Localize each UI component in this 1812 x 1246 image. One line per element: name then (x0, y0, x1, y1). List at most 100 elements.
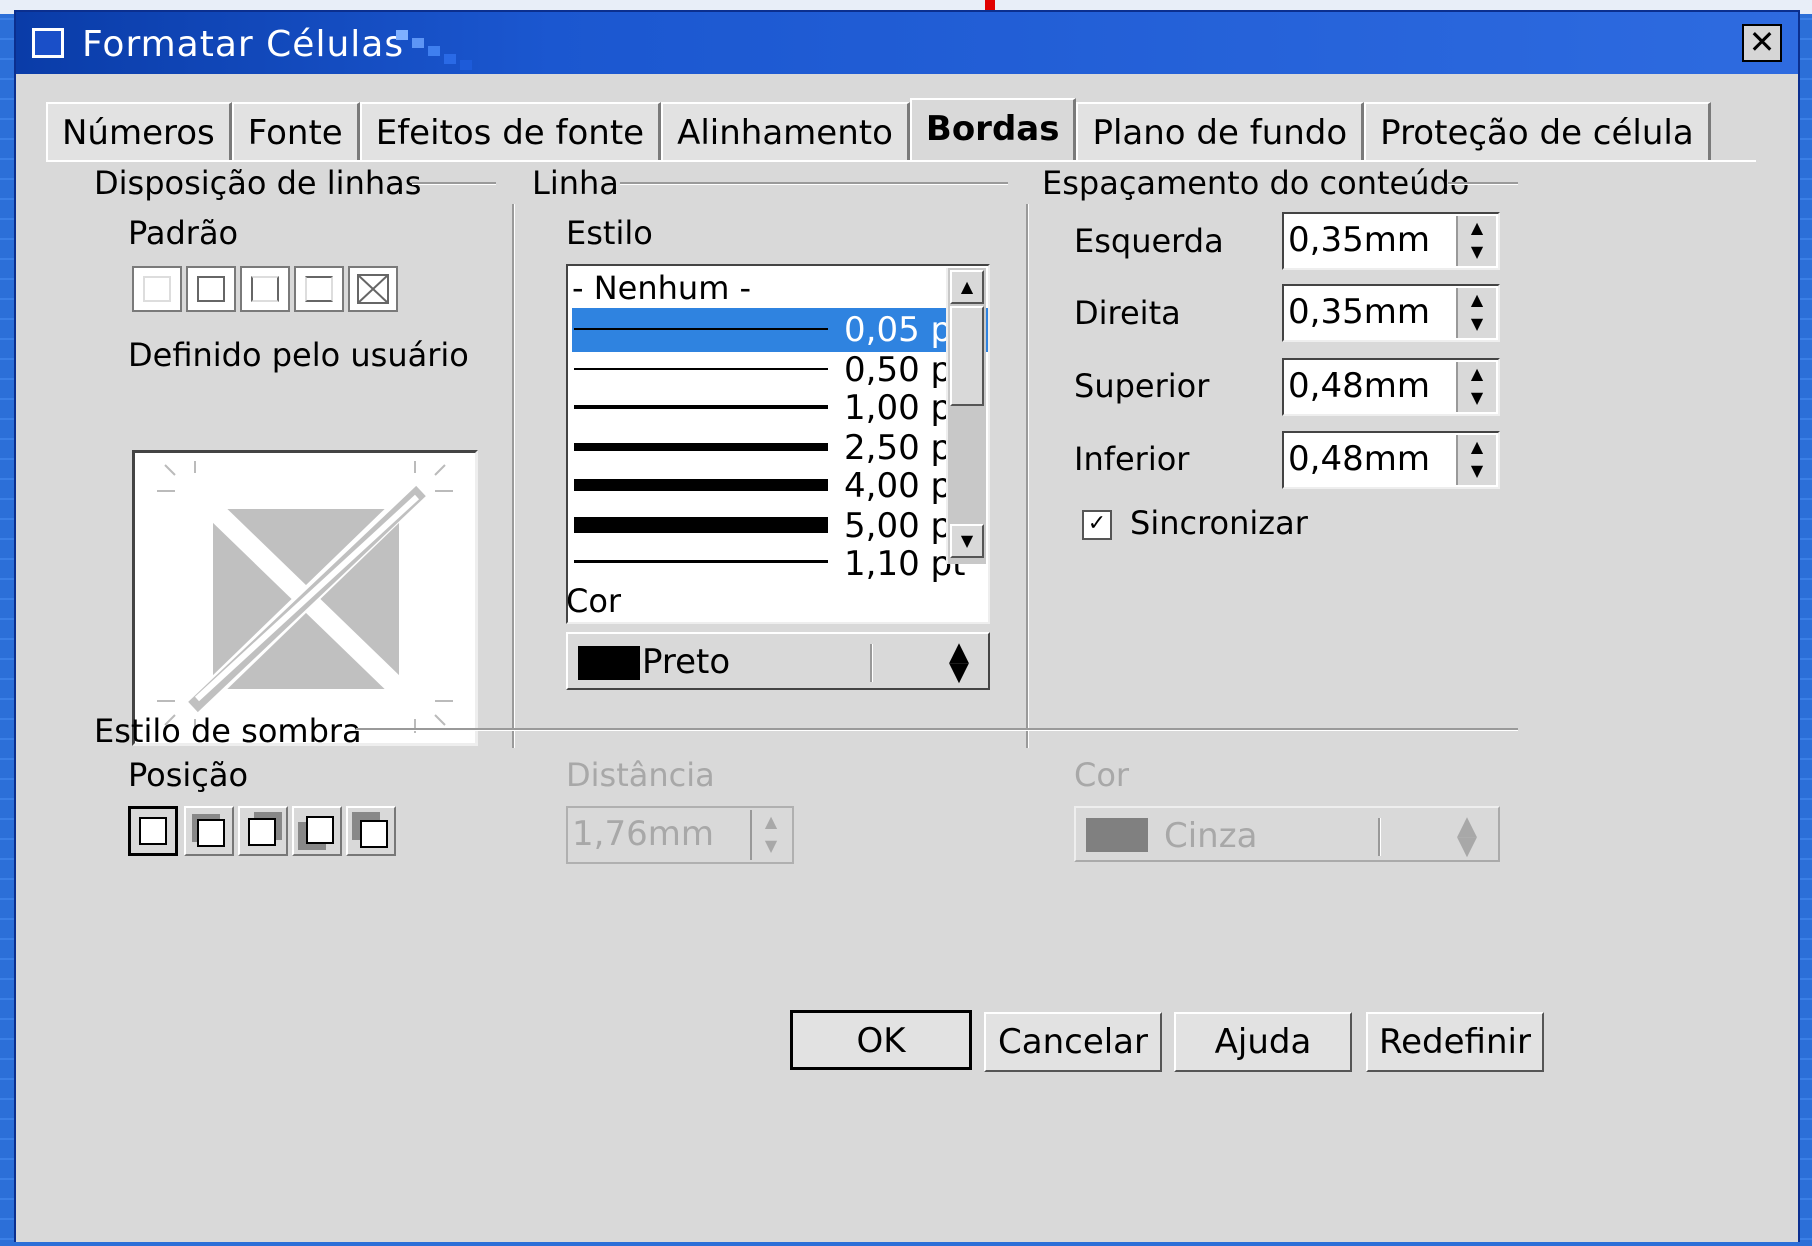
border-preview-diagram (157, 461, 453, 733)
shadow-top-left-option[interactable] (346, 806, 396, 856)
line-style-option[interactable]: 4,00 pt (572, 464, 988, 508)
line-sample (574, 479, 828, 491)
top-spacing-label: Superior (1074, 367, 1210, 405)
tab-protecao-de-celula[interactable]: Proteção de célula (1364, 102, 1711, 160)
line-style-option[interactable]: 1,10 pt (572, 542, 988, 586)
scroll-up-icon[interactable]: ▲ (950, 270, 984, 304)
synchronize-checkbox[interactable]: ✓ (1082, 510, 1112, 540)
tab-efeitos-de-fonte[interactable]: Efeitos de fonte (359, 102, 662, 160)
window-title: Formatar Células (82, 24, 405, 65)
close-button[interactable]: ✕ (1742, 24, 1782, 62)
tab-numeros[interactable]: Números (46, 102, 232, 160)
shadow-bottom-left-option[interactable] (292, 806, 342, 856)
window-icon (32, 28, 64, 58)
tab-bar: Números Fonte Efeitos de fonte Alinhamen… (46, 98, 1711, 162)
spin-updown-icon[interactable]: ▲ ▼ (1456, 362, 1496, 412)
shadow-none-icon (139, 817, 167, 845)
scrollbar-thumb[interactable] (950, 306, 984, 406)
shadow-color-label: Cor (1074, 756, 1130, 794)
line-color-value: Preto (642, 642, 731, 682)
help-button[interactable]: Ajuda (1174, 1012, 1352, 1072)
left-spacing-spinbox[interactable]: 0,35mm ▲ ▼ (1282, 212, 1500, 270)
line-color-dropdown[interactable]: Preto ▲ ▼ (566, 632, 990, 690)
preset-diagonal-border[interactable] (348, 266, 398, 312)
dropdown-updown-icon: ▲ ▼ (1457, 811, 1477, 861)
spin-updown-icon[interactable]: ▲ ▼ (1456, 216, 1496, 266)
preset-diagonal-icon (357, 274, 389, 304)
tab-bordas[interactable]: Bordas (909, 98, 1077, 162)
right-spacing-label: Direita (1074, 294, 1181, 332)
color-swatch (1086, 818, 1148, 852)
shadow-top-right-icon (248, 818, 276, 846)
titlebar-decoration-icon (396, 30, 472, 70)
dialog-body: Números Fonte Efeitos de fonte Alinhamen… (16, 74, 1798, 1242)
shadow-top-left-icon (360, 820, 388, 848)
spin-updown-icon[interactable]: ▲ ▼ (1456, 288, 1496, 338)
bottom-spacing-value: 0,48mm (1288, 439, 1430, 479)
scroll-down-icon[interactable]: ▼ (950, 524, 984, 558)
line-arrangement-title: Disposição de linhas (94, 164, 422, 202)
user-defined-label: Definido pelo usuário (128, 336, 469, 374)
line-sample (574, 443, 828, 451)
spin-updown-icon[interactable]: ▲ ▼ (750, 810, 790, 860)
preset-left-right-border[interactable] (240, 266, 290, 312)
preset-none-icon (143, 276, 171, 302)
tab-divider (46, 160, 1756, 162)
shadow-none-option[interactable] (128, 806, 178, 856)
tab-fonte[interactable]: Fonte (231, 102, 360, 160)
group-divider (356, 728, 1518, 731)
dropdown-separator (1378, 818, 1381, 856)
left-spacing-value: 0,35mm (1288, 220, 1430, 260)
preset-sides-icon (251, 276, 279, 302)
preset-topbottom-icon (305, 276, 333, 302)
preset-box-icon (197, 276, 225, 302)
top-spacing-spinbox[interactable]: 0,48mm ▲ ▼ (1282, 358, 1500, 416)
line-sample (574, 517, 828, 533)
line-style-listbox[interactable]: - Nenhum - 0,05 pt 0,50 pt 1,00 pt 2,50 … (566, 264, 990, 624)
preset-top-bottom-border[interactable] (294, 266, 344, 312)
vertical-divider (1026, 204, 1029, 748)
dropdown-separator (870, 644, 873, 682)
default-label: Padrão (128, 214, 239, 252)
right-spacing-spinbox[interactable]: 0,35mm ▲ ▼ (1282, 284, 1500, 342)
shadow-bottom-right-option[interactable] (184, 806, 234, 856)
shadow-bottom-left-icon (306, 816, 334, 844)
spin-updown-icon[interactable]: ▲ ▼ (1456, 435, 1496, 485)
shadow-distance-label: Distância (566, 756, 715, 794)
line-sample (574, 560, 828, 563)
group-divider (412, 182, 496, 185)
bottom-spacing-label: Inferior (1074, 440, 1190, 478)
line-style-none-option[interactable]: - Nenhum - (572, 268, 751, 308)
content-spacing-title: Espaçamento do conteúdo (1042, 164, 1470, 202)
listbox-scrollbar[interactable]: ▲ ▼ (946, 268, 986, 564)
line-style-option[interactable]: 0,05 pt (572, 308, 988, 352)
tab-alinhamento[interactable]: Alinhamento (661, 102, 910, 160)
line-style-option[interactable]: 1,00 pt (572, 386, 988, 430)
line-sample (574, 328, 828, 330)
bottom-spacing-spinbox[interactable]: 0,48mm ▲ ▼ (1282, 431, 1500, 489)
tab-plano-de-fundo[interactable]: Plano de fundo (1076, 102, 1365, 160)
line-sample (574, 368, 828, 370)
line-title: Linha (532, 164, 619, 202)
shadow-distance-value: 1,76mm (572, 814, 714, 854)
ok-button[interactable]: OK (790, 1010, 972, 1070)
shadow-color-dropdown[interactable]: Cinza ▲ ▼ (1074, 806, 1500, 862)
top-spacing-value: 0,48mm (1288, 366, 1430, 406)
shadow-position-label: Posição (128, 756, 249, 794)
format-cells-dialog: Formatar Células ✕ Números Fonte Efeitos… (14, 10, 1800, 1242)
shadow-distance-spinbox[interactable]: 1,76mm ▲ ▼ (566, 806, 794, 864)
title-bar[interactable]: Formatar Células ✕ (16, 12, 1798, 74)
user-defined-border-preview[interactable] (132, 450, 478, 746)
shadow-color-value: Cinza (1164, 816, 1258, 856)
line-sample (574, 405, 828, 409)
left-spacing-label: Esquerda (1074, 222, 1224, 260)
cancel-button[interactable]: Cancelar (984, 1012, 1162, 1072)
line-color-label: Cor (566, 582, 622, 620)
style-label: Estilo (566, 214, 653, 252)
shadow-top-right-option[interactable] (238, 806, 288, 856)
reset-button[interactable]: Redefinir (1366, 1012, 1544, 1072)
preset-no-borders[interactable] (132, 266, 182, 312)
color-swatch (578, 646, 640, 680)
group-divider (1448, 182, 1518, 185)
preset-outer-border[interactable] (186, 266, 236, 312)
